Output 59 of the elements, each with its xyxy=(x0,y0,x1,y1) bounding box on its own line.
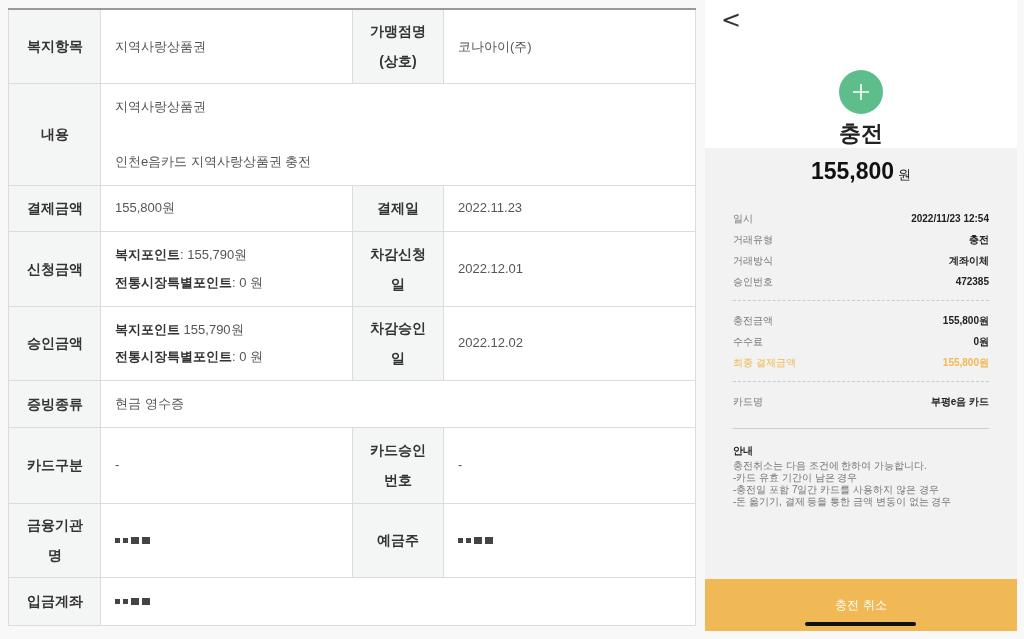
cell-text: 현금 영수증 xyxy=(115,394,184,413)
receipt-title: 충전 xyxy=(839,120,883,148)
redaction-mark xyxy=(458,536,493,544)
field-label: 결제금액 xyxy=(26,199,83,218)
cell-text: 인천e음카드 지역사랑상품권 충전 xyxy=(115,153,312,171)
cell-text: 전통시장특별포인트: 0 원 xyxy=(115,273,264,292)
notice-title: 안내 xyxy=(733,443,753,458)
detail-label: 최종 결제금액 xyxy=(733,355,796,370)
field-label: 차감신청 일 xyxy=(370,244,426,294)
field-label: 승인금액 xyxy=(26,334,83,353)
cell-text: - xyxy=(458,456,463,475)
detail-label: 카드명 xyxy=(733,394,763,409)
cell-text: 전통시장특별포인트: 0 원 xyxy=(115,348,264,366)
detail-value: 155,800원 xyxy=(942,355,989,370)
cell-text: 코나아이(주) xyxy=(458,37,532,56)
cell-text: 155,800원 xyxy=(115,199,175,218)
detail-value: 부평e음 카드 xyxy=(930,394,989,409)
redaction-mark xyxy=(115,536,150,544)
detail-label: 일시 xyxy=(733,211,753,226)
notice-text: -카드 유효 기간이 남은 경우 xyxy=(733,471,858,484)
detail-value: 472385 xyxy=(955,274,989,289)
field-label: 금융기관 명 xyxy=(26,516,83,565)
redaction-mark xyxy=(115,597,150,605)
cell-text: 복지포인트 155,790원 xyxy=(115,320,244,339)
field-label: 입금계좌 xyxy=(26,592,83,611)
cell-text: 2022.12.01 xyxy=(458,259,524,278)
amount: 155,800 xyxy=(810,157,895,186)
detail-label: 거래방식 xyxy=(733,253,773,268)
field-label: 내용 xyxy=(40,125,69,144)
detail-label: 거래유형 xyxy=(733,232,773,247)
field-label: 신청금액 xyxy=(26,259,83,279)
detail-value: 계좌이체 xyxy=(949,253,989,268)
cell-text: - xyxy=(115,456,120,475)
notice-text: -충전일 포함 7일간 카드를 사용하지 않은 경우 xyxy=(733,483,939,496)
detail-value: 0원 xyxy=(973,334,989,349)
field-label: 증빙종류 xyxy=(26,394,83,414)
detail-label: 수수료 xyxy=(733,334,763,349)
plus-icon xyxy=(839,70,883,114)
detail-label: 승인번호 xyxy=(733,274,773,289)
cell-text: 지역사랑상품권 xyxy=(115,37,206,56)
field-label: 복지항목 xyxy=(26,37,83,57)
currency: 원 xyxy=(898,166,912,184)
notice-text: -돈 옮기기, 결제 등을 통한 금액 변동이 없는 경우 xyxy=(733,495,952,508)
field-label: 가맹점명 (상호) xyxy=(370,22,426,72)
back-button[interactable]: < xyxy=(721,6,742,34)
field-label: 예금주 xyxy=(377,531,419,550)
field-label: 카드승인 번호 xyxy=(370,441,426,490)
field-label: 차감승인 일 xyxy=(370,319,426,368)
detail-value: 충전 xyxy=(969,232,989,247)
cell-text: 2022.11.23 xyxy=(458,199,523,218)
field-label: 결제일 xyxy=(377,199,419,218)
notice-text: 충전취소는 다음 조건에 한하여 가능합니다. xyxy=(733,459,927,472)
cell-text: 지역사랑상품권 xyxy=(115,97,206,116)
field-label: 카드구분 xyxy=(26,456,83,475)
cell-text: 복지포인트: 155,790원 xyxy=(115,246,248,264)
detail-label: 충전금액 xyxy=(733,313,773,328)
detail-value: 155,800원 xyxy=(942,313,989,328)
cell-text: 2022.12.02 xyxy=(458,334,524,353)
detail-value: 2022/11/23 12:54 xyxy=(911,211,989,226)
